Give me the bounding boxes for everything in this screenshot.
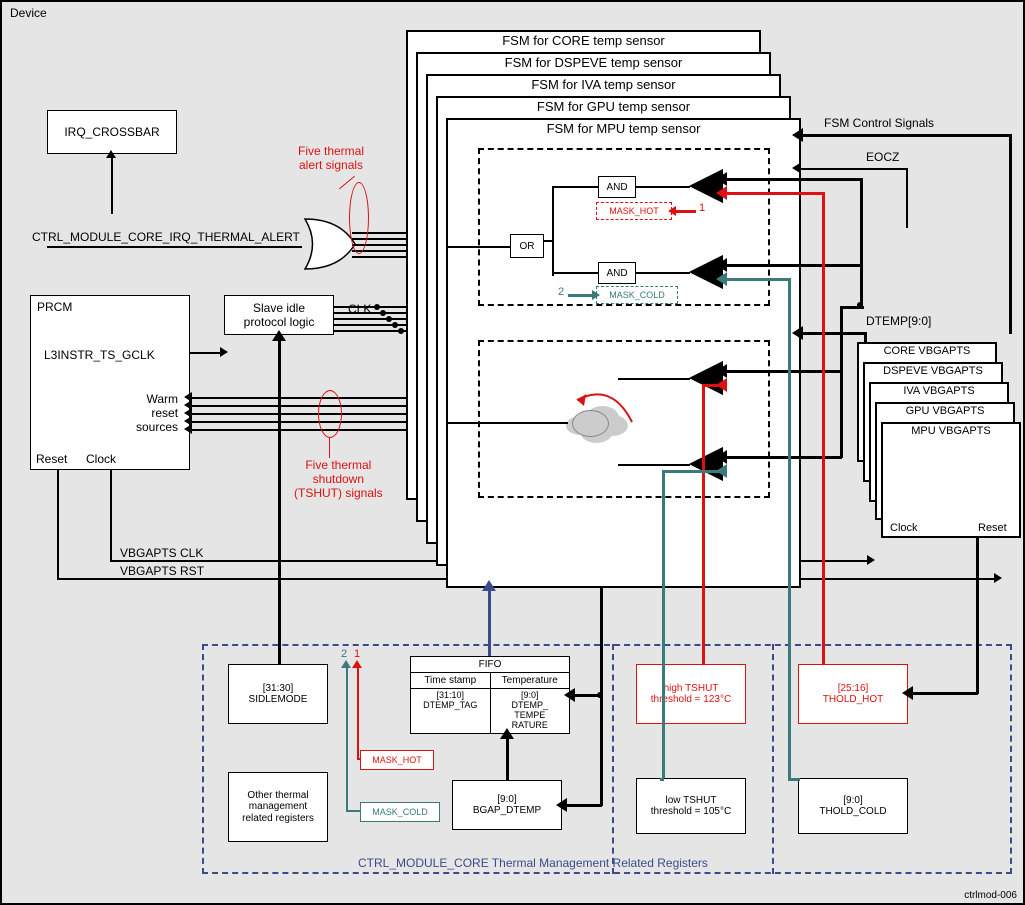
prcm-reset: Reset [36, 452, 67, 466]
five-alert-label: Five thermal alert signals [298, 144, 364, 172]
sidlemode-reg: [31:30] SIDLEMODE [228, 664, 328, 724]
device-label: Device [10, 6, 47, 20]
latch-feedback-icon [562, 382, 652, 432]
other-regs: Other thermal management related registe… [228, 772, 328, 842]
prcm-clock: Clock [86, 452, 116, 466]
vbgapts-card-title: MPU VBGAPTS [883, 424, 1019, 437]
prcm-warm-reset: Warm reset sources [136, 392, 178, 434]
five-tshut-label: Five thermal shutdown (TSHUT) signals [294, 458, 383, 500]
fifo-block: FIFO Time stamp Temperature [31:10] DTEM… [410, 656, 570, 734]
fsm-card-title: FSM for CORE temp sensor [408, 32, 759, 48]
vbgapts-card-title: GPU VBGAPTS [877, 404, 1013, 417]
and-logic: AND [598, 176, 636, 198]
mask-hot-reg: MASK_HOT [360, 750, 434, 770]
fsm-card-title: FSM for IVA temp sensor [428, 76, 779, 92]
two-label-bottom: 2 [341, 648, 347, 660]
thold-cold-reg: [9:0] THOLD_COLD [798, 778, 908, 834]
vbgapts-card-title: IVA VBGAPTS [871, 384, 1007, 397]
mask-cold-box: MASK_COLD [596, 286, 678, 304]
prcm-block: PRCM [30, 295, 190, 470]
two-label: 2 [558, 286, 564, 298]
slave-idle-block: Slave idle protocol logic [224, 295, 334, 335]
device-diagram: Device ctrlmod-006 IRQ_CROSSBAR CTRL_MOD… [0, 0, 1025, 905]
or-logic: OR [510, 234, 544, 258]
mask-hot-box: MASK_HOT [596, 202, 672, 220]
irq-crossbar-label: IRQ_CROSSBAR [64, 125, 159, 139]
fsm-card-title: FSM for MPU temp sensor [448, 120, 799, 136]
mask-cold-reg: MASK_COLD [360, 802, 440, 822]
irq-crossbar-block: IRQ_CROSSBAR [47, 110, 177, 154]
clk-label: CLK [348, 302, 371, 316]
prcm-l3clk: L3INSTR_TS_GCLK [44, 348, 155, 362]
eocz-label: EOCZ [866, 150, 899, 164]
figure-id: ctrlmod-006 [964, 890, 1017, 901]
fifo-title: FIFO [411, 657, 569, 672]
registers-caption: CTRL_MODULE_CORE Thermal Management Rela… [358, 856, 708, 870]
one-label-bottom: 1 [354, 648, 360, 660]
vbgapts-reset-port: Reset [978, 522, 1007, 534]
thold-hot-reg: [25:16] THOLD_HOT [798, 664, 908, 724]
fsm-card-title: FSM for GPU temp sensor [438, 98, 789, 114]
prcm-title: PRCM [37, 300, 72, 314]
high-tshut-reg: high TSHUT threshold = 123°C [636, 664, 746, 724]
fsm-ctrl-signals: FSM Control Signals [824, 116, 934, 130]
fsm-card-title: FSM for DSPEVE temp sensor [418, 54, 769, 70]
and-logic: AND [598, 262, 636, 284]
dtemp-label: DTEMP[9:0] [866, 314, 931, 328]
vbgapts-card-title: CORE VBGAPTS [859, 344, 995, 357]
slave-idle-label: Slave idle protocol logic [244, 301, 315, 329]
five-tshut-ellipse [318, 390, 342, 438]
vbgapts-rst-label: VBGAPTS RST [120, 564, 204, 578]
five-alert-ellipse [349, 182, 369, 254]
low-tshut-reg: low TSHUT threshold = 105°C [636, 778, 746, 834]
thermal-alert-signal-label: CTRL_MODULE_CORE_IRQ_THERMAL_ALERT [32, 230, 300, 244]
vbgapts-clk-label: VBGAPTS CLK [120, 546, 203, 560]
vbgapts-card-title: DSPEVE VBGAPTS [865, 364, 1001, 377]
bgap-dtemp-reg: [9:0] BGAP_DTEMP [452, 780, 562, 830]
vbgapts-clock-port: Clock [890, 522, 918, 534]
one-label: 1 [699, 202, 705, 214]
